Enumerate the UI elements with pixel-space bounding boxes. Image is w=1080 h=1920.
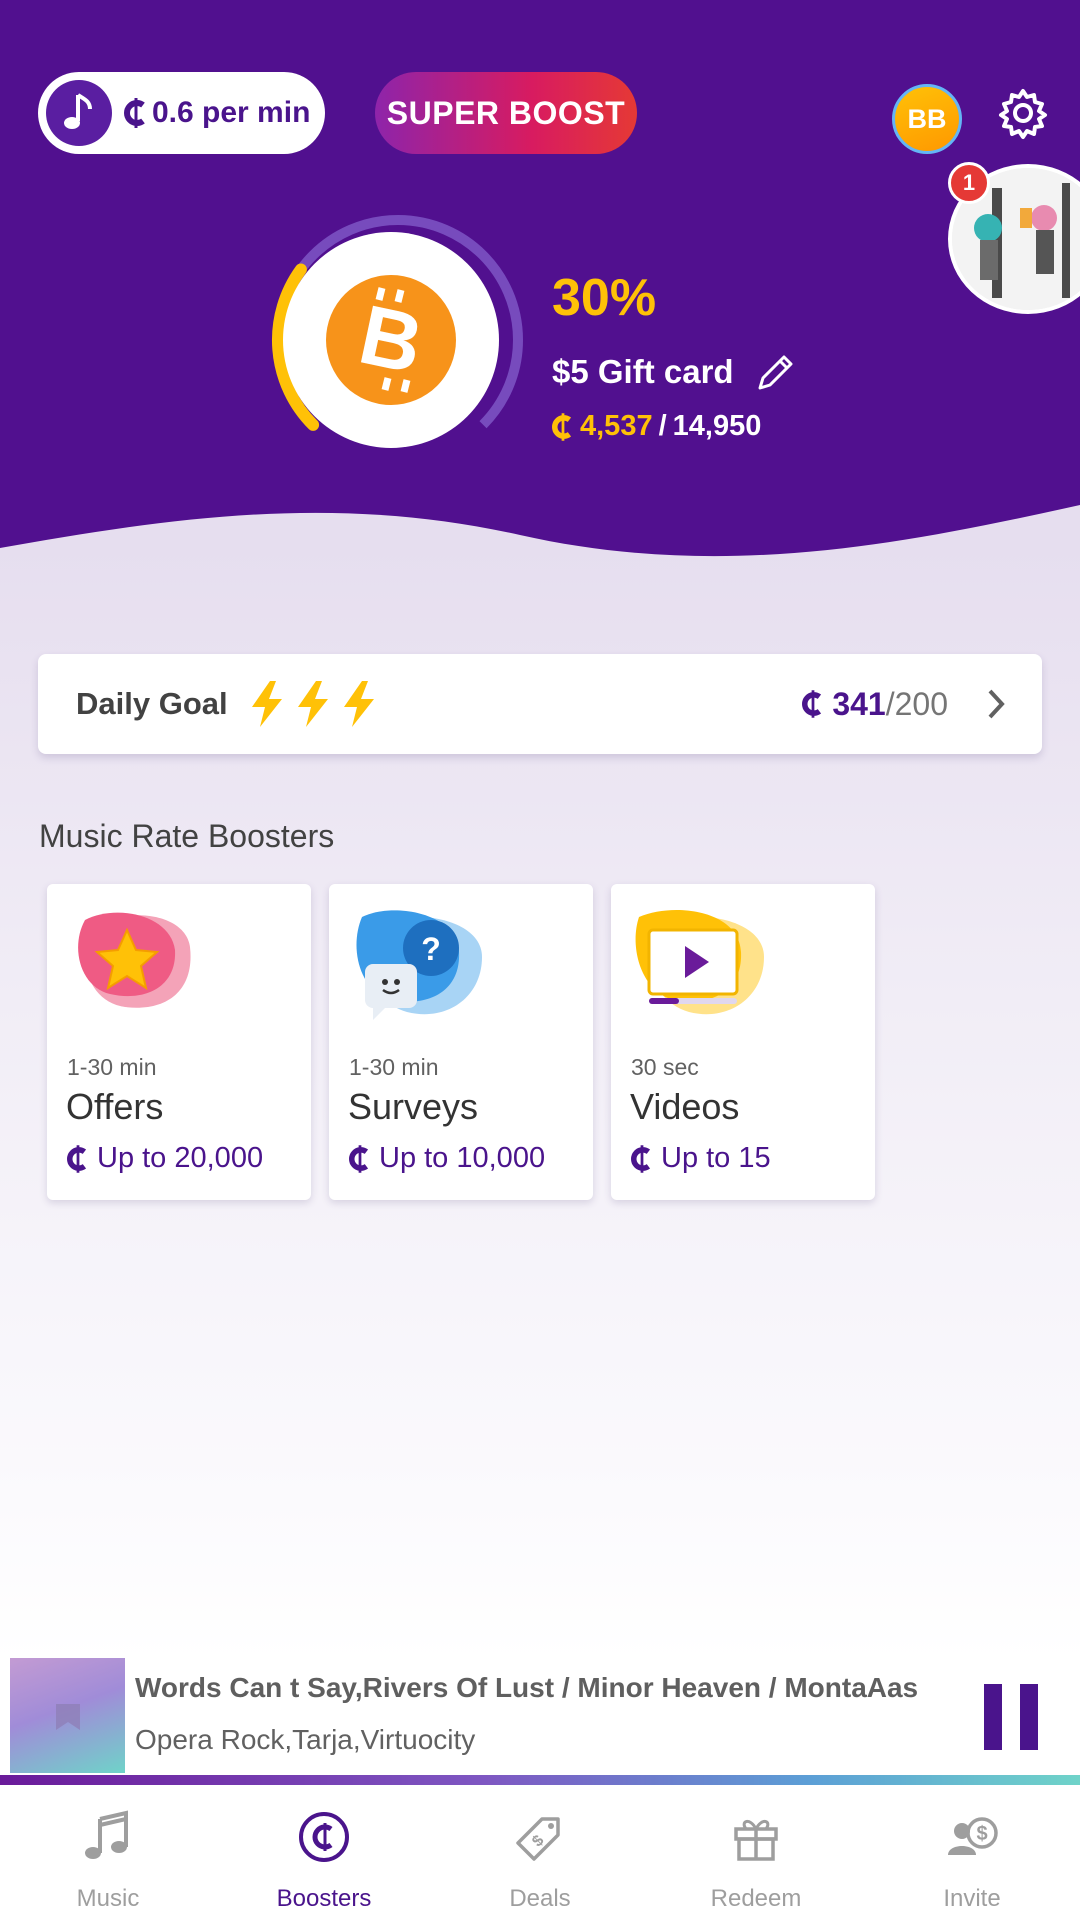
booster-name: Videos [630,1086,740,1127]
nav-item-deals[interactable]: $ Deals [432,1785,648,1920]
nav-label: Deals [509,1885,571,1912]
coin-icon [349,1144,369,1173]
music-note-icon [85,1810,128,1859]
gift-icon [734,1820,778,1861]
nav-item-boosters[interactable]: Boosters [216,1785,432,1920]
now-playing-bar[interactable]: Words Can t Say,Rivers Of Lust / Minor H… [0,1658,1080,1776]
daily-goal-target: /200 [885,685,948,722]
booster-card-surveys[interactable]: ? 1-30 min Surveys Up to 10,000 [329,884,593,1200]
pause-icon[interactable] [982,1682,1042,1752]
survey-chat-icon: ? [356,910,482,1020]
coin-icon [552,412,574,441]
daily-goal-label: Daily Goal [76,686,228,721]
bottom-nav: Music Boosters $ Deals Redeem $ Invite [0,1785,1080,1920]
coin-icon [124,98,148,128]
lightning-icon [297,681,328,727]
booster-duration: 1-30 min [67,1054,157,1080]
svg-text:$: $ [976,1823,987,1845]
nav-label: Invite [943,1885,1001,1912]
nav-item-invite[interactable]: $ Invite [864,1785,1080,1920]
svg-text:?: ? [421,931,441,967]
booster-reward: Up to 10,000 [379,1142,546,1174]
booster-name: Surveys [348,1086,479,1127]
booster-reward: Up to 20,000 [97,1142,264,1174]
track-artist: Opera Rock,Tarja,Virtuocity [135,1724,476,1755]
video-play-icon [635,910,764,1015]
notification-badge: 1 [948,162,990,204]
chevron-right-icon [988,689,1005,719]
star-icon [78,912,191,1008]
balance-current: 4,537 [580,410,653,442]
booster-duration: 30 sec [631,1054,699,1080]
goal-percent: 30% [552,269,657,327]
rate-pill[interactable]: 0.6 per min [38,72,325,154]
daily-goal-current: 341 [832,685,886,722]
nav-item-redeem[interactable]: Redeem [648,1785,864,1920]
deals-tag-icon: $ [516,1817,560,1861]
music-note-icon [46,80,112,146]
rate-label: 0.6 per min [152,96,311,129]
balance-target: 14,950 [672,410,762,442]
balance-separator: / [658,410,667,442]
daily-goal-card[interactable]: Daily Goal 341/200 [38,654,1042,754]
edit-pencil-icon[interactable] [754,350,798,394]
lightning-icon [251,681,282,727]
avatar[interactable]: BB [892,84,962,154]
booster-card-offers[interactable]: 1-30 min Offers Up to 20,000 [47,884,311,1200]
nav-label: Music [76,1885,140,1912]
invite-user-icon: $ [948,1817,998,1855]
booster-duration: 1-30 min [349,1054,439,1080]
playback-progress-bar[interactable] [0,1775,1080,1785]
booster-reward: Up to 15 [661,1142,771,1174]
boosters-coin-icon [299,1812,349,1862]
coin-icon [631,1144,651,1173]
goal-progress-ring: B [272,215,523,465]
boosters-section-title: Music Rate Boosters [39,818,335,854]
nav-label: Boosters [276,1885,372,1912]
bitcoin-icon: B [326,275,456,405]
gear-icon[interactable] [996,86,1050,140]
coin-icon [67,1144,87,1173]
booster-name: Offers [66,1086,164,1127]
album-art [10,1658,125,1773]
coin-icon [802,690,824,718]
booster-card-videos[interactable]: 30 sec Videos Up to 15 [611,884,875,1200]
super-boost-button[interactable]: SUPER BOOST [375,72,637,154]
nav-label: Redeem [710,1885,802,1912]
track-title: Words Can t Say,Rivers Of Lust / Minor H… [135,1672,919,1703]
goal-name: $5 Gift card [552,353,734,390]
lightning-icon [343,681,374,727]
nav-item-music[interactable]: Music [0,1785,216,1920]
